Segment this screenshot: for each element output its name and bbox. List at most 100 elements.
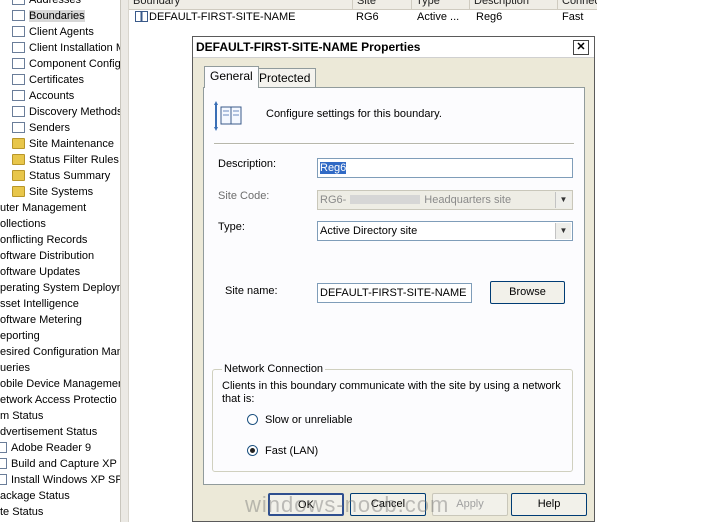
tree-item-label: ollections	[0, 218, 46, 230]
column-header-description[interactable]: Description	[469, 0, 529, 9]
redacted-block	[350, 195, 421, 204]
doc-icon	[12, 42, 25, 53]
tree-item[interactable]: m Status	[0, 408, 43, 424]
tree-item[interactable]: esired Configuration Man	[0, 344, 120, 360]
boundary-icon	[135, 11, 148, 25]
tree-item[interactable]: oftware Updates	[0, 264, 80, 280]
tree-item[interactable]: onflicting Records	[0, 232, 87, 248]
tree-item-label: Status Summary	[29, 170, 111, 182]
column-header-boundary[interactable]: Boundary	[129, 0, 180, 9]
tree-item-label: dvertisement Status	[0, 426, 98, 438]
type-value: Active Directory site	[320, 225, 418, 237]
type-label: Type:	[218, 221, 245, 233]
properties-dialog: DEFAULT-FIRST-SITE-NAME Properties ✕ Gen…	[192, 36, 595, 522]
close-button[interactable]: ✕	[573, 40, 589, 55]
site-code-value: Headquarters site	[424, 194, 512, 206]
tree-item-label: oftware Metering	[0, 314, 82, 326]
browse-button[interactable]: Browse	[490, 281, 565, 304]
tree-item-label: ackage Status	[0, 490, 70, 502]
tree-item[interactable]: Adobe Reader 9	[0, 440, 91, 456]
tree-item[interactable]: Client Installation M	[12, 40, 120, 56]
type-select[interactable]: Active Directory site ▼	[317, 221, 573, 241]
tree-item[interactable]: Discovery Methods	[12, 104, 120, 120]
tree-item[interactable]: sset Intelligence	[0, 296, 79, 312]
tree-item[interactable]: te Status	[0, 504, 43, 520]
tree-item[interactable]: etwork Access Protectio	[0, 392, 117, 408]
console-tree[interactable]: Addresses Boundaries Client Agents Client I…	[0, 0, 120, 522]
divider	[214, 143, 574, 145]
tree-item-label: Site Maintenance	[29, 138, 114, 150]
cell-description: Reg6	[476, 11, 503, 23]
tree-item[interactable]: Addresses	[12, 0, 81, 8]
tree-item[interactable]: Certificates	[12, 72, 84, 88]
tree-item[interactable]: Build and Capture XP	[0, 456, 117, 472]
doc-icon	[12, 26, 25, 37]
help-button[interactable]: Help	[511, 493, 587, 516]
tree-item-label: Certificates	[29, 74, 85, 86]
tree-item[interactable]: Senders	[12, 120, 70, 136]
tree-item[interactable]: Status Summary	[12, 168, 110, 184]
dialog-intro-text: Configure settings for this boundary.	[266, 108, 442, 120]
tree-item[interactable]: uter Management	[0, 200, 86, 216]
tree-item[interactable]: Status Filter Rules	[12, 152, 119, 168]
tree-item[interactable]: Client Agents	[12, 24, 94, 40]
tab-protected[interactable]: Protected	[253, 68, 317, 88]
dialog-title: DEFAULT-FIRST-SITE-NAME Properties	[196, 40, 421, 54]
tree-item[interactable]: oftware Metering	[0, 312, 82, 328]
tree-item-label: Build and Capture XP	[11, 458, 117, 470]
description-field[interactable]: Reg6	[317, 158, 573, 178]
site-name-field[interactable]: DEFAULT-FIRST-SITE-NAME	[317, 283, 472, 303]
folder-icon	[12, 186, 25, 197]
doc-icon	[12, 74, 25, 85]
table-row[interactable]: DEFAULT-FIRST-SITE-NAME RG6 Active ... R…	[129, 10, 597, 26]
doc-icon	[0, 458, 7, 469]
tree-item[interactable]: Site Systems	[12, 184, 93, 200]
pane-splitter[interactable]	[120, 0, 129, 522]
cell-site: RG6	[356, 11, 379, 23]
doc-icon	[0, 474, 7, 485]
tree-item[interactable]: perating System Deployn	[0, 280, 120, 296]
tree-item[interactable]: Install Windows XP SP3	[0, 472, 120, 488]
tree-item[interactable]: oftware Distribution	[0, 248, 94, 264]
tree-item[interactable]: eporting	[0, 328, 40, 344]
watermark: windows-noob.com	[245, 492, 450, 517]
fast-label[interactable]: Fast (LAN)	[265, 445, 318, 457]
doc-icon	[12, 90, 25, 101]
folder-icon	[12, 170, 25, 181]
tree-item[interactable]: Boundaries	[12, 8, 85, 24]
slow-label[interactable]: Slow or unreliable	[265, 414, 352, 426]
tree-item-label: obile Device Managemen	[0, 378, 120, 390]
tree-item-label: Site Systems	[29, 186, 94, 198]
dialog-titlebar[interactable]: DEFAULT-FIRST-SITE-NAME Properties ✕	[193, 37, 594, 58]
tree-item[interactable]: Component Config	[12, 56, 120, 72]
tree-item-label: uter Management	[0, 202, 87, 214]
tree-item-label: Discovery Methods	[29, 106, 120, 118]
folder-icon	[12, 154, 25, 165]
chevron-down-icon[interactable]: ▼	[555, 223, 571, 239]
tree-item[interactable]: Site Maintenance	[12, 136, 114, 152]
tree-item[interactable]: Accounts	[12, 88, 74, 104]
tree-item-label: esired Configuration Man	[0, 346, 120, 358]
slow-radio[interactable]	[247, 414, 258, 425]
tree-item-label: oftware Updates	[0, 266, 81, 278]
fast-radio[interactable]	[247, 445, 258, 456]
description-value: Reg6	[320, 162, 347, 174]
tree-item-label: Client Installation M	[29, 42, 120, 54]
tree-item-label: Accounts	[29, 90, 75, 102]
tree-item[interactable]: ackage Status	[0, 488, 70, 504]
doc-icon	[12, 0, 25, 5]
site-code-select: RG6- Headquarters site ▼	[317, 190, 573, 210]
general-tab-panel: Configure settings for this boundary. De…	[203, 87, 585, 485]
column-header-site[interactable]: Site	[352, 0, 376, 9]
tree-item[interactable]: obile Device Managemen	[0, 376, 120, 392]
tree-item[interactable]: dvertisement Status	[0, 424, 97, 440]
tab-general[interactable]: General	[204, 66, 259, 88]
tree-item-label: sset Intelligence	[0, 298, 79, 310]
column-header-type[interactable]: Type	[411, 0, 440, 9]
tree-item[interactable]: ollections	[0, 216, 46, 232]
site-code-label: Site Code:	[218, 190, 270, 202]
list-header: Boundary Site Type Description Connect	[129, 0, 603, 10]
tree-item-label: Install Windows XP SP3	[11, 474, 120, 486]
tree-item[interactable]: ueries	[0, 360, 30, 376]
tree-item-label: Client Agents	[29, 26, 94, 38]
